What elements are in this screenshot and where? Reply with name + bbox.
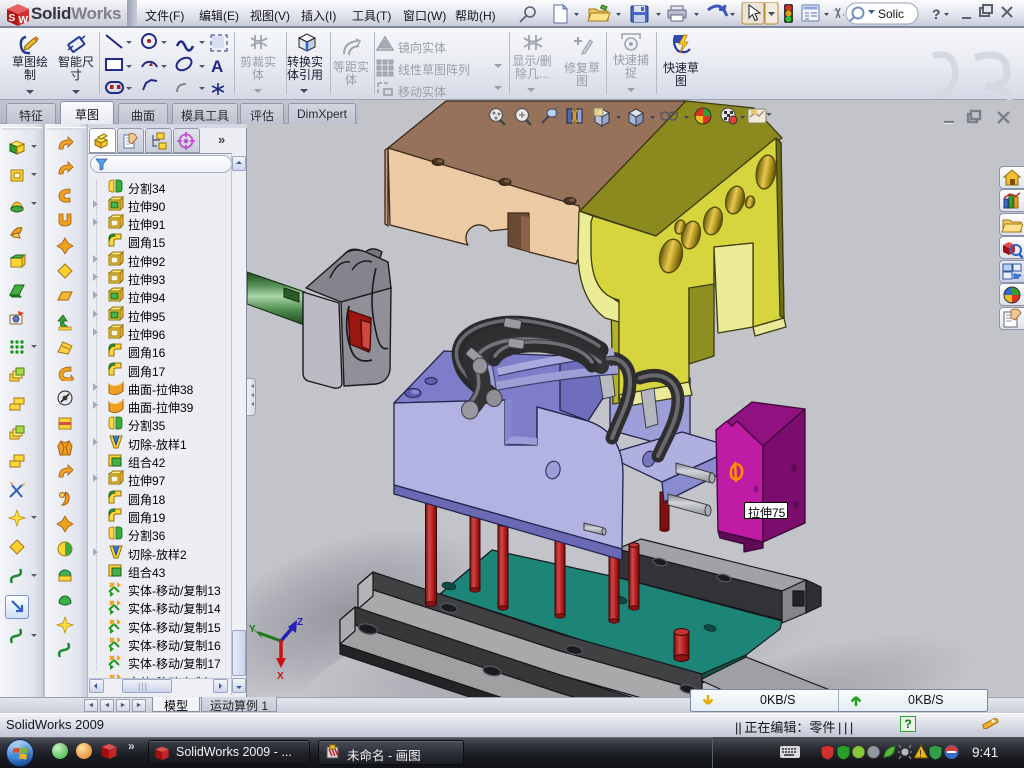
svg-text:Y: Y — [249, 624, 256, 635]
svg-text:Z: Z — [297, 617, 303, 628]
svg-text:Solic: Solic — [878, 7, 904, 21]
svg-text:X: X — [277, 671, 284, 682]
svg-text:W: W — [19, 15, 29, 26]
svg-text:?: ? — [932, 6, 941, 22]
svg-text:S: S — [9, 13, 16, 24]
svg-text:!: ! — [919, 749, 922, 760]
